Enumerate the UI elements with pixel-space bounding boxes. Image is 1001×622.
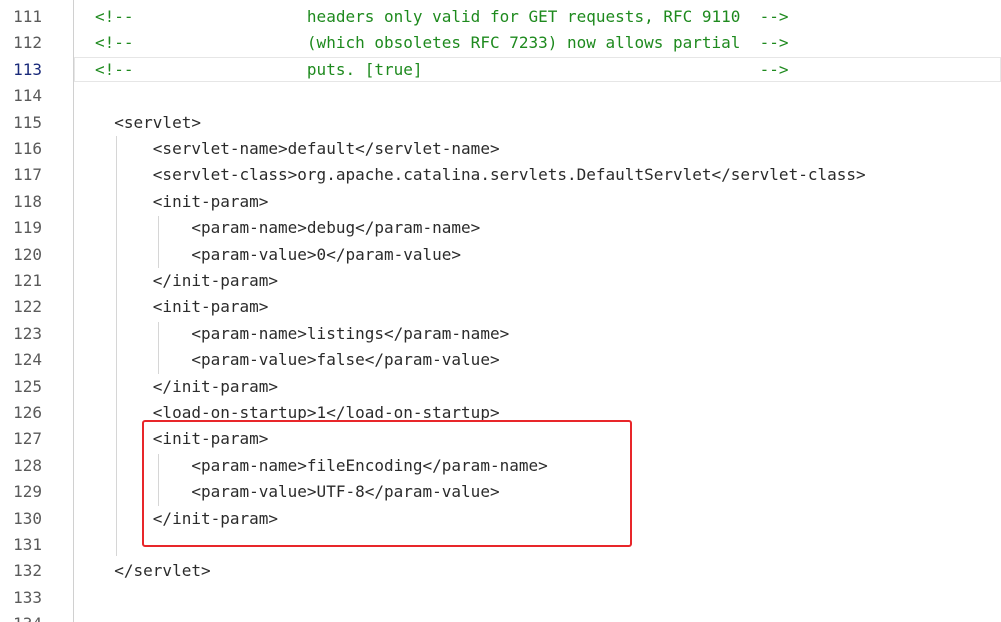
comment-text: <!-- (which obsoletes RFC 7233) now allo… [95, 33, 789, 53]
code-text: <param-name>debug</param-name> [95, 218, 481, 238]
comment-text: <!-- puts. [true] --> [95, 59, 789, 79]
code-line[interactable]: 123 <param-name>listings</param-name> [0, 321, 1001, 347]
line-number: 126 [13, 403, 42, 422]
code-line[interactable]: 114 [0, 83, 1001, 109]
code-line[interactable]: 120 <param-value>0</param-value> [0, 242, 1001, 268]
code-line[interactable]: 124 <param-value>false</param-value> [0, 347, 1001, 373]
code-text: </servlet> [95, 561, 211, 581]
code-line[interactable]: 122 <init-param> [0, 294, 1001, 320]
line-number: 116 [13, 139, 42, 158]
code-text: </init-param> [95, 271, 279, 290]
line-number: 118 [13, 191, 42, 211]
line-number: 115 [13, 112, 42, 132]
code-text: <param-name>listings</param-name> [95, 323, 510, 343]
code-line[interactable]: 112 <!-- (which obsoletes RFC 7233) now a… [0, 30, 1001, 56]
code-text: </init-param> [95, 376, 279, 396]
code-editor[interactable]: 111 <!-- headers only valid for GET reque… [0, 0, 1001, 622]
code-text: <param-value>false</param-value> [95, 350, 500, 370]
code-line[interactable]: 117 <servlet-class>org.apache.catalina.s… [0, 162, 1001, 188]
line-number: 123 [13, 323, 42, 343]
code-line[interactable]: 133 [0, 585, 1001, 611]
line-number: 117 [13, 165, 42, 185]
comment-text: <!-- headers only valid for GET requests… [95, 7, 789, 26]
line-number: 114 [13, 86, 42, 106]
line-number: 132 [13, 561, 42, 581]
code-text: <init-param> [95, 191, 269, 211]
code-line[interactable]: 113 <!-- puts. [true] --> [0, 57, 1001, 83]
line-number: 119 [13, 218, 42, 238]
code-text: <servlet-class>org.apache.catalina.servl… [95, 165, 866, 185]
line-number: 130 [13, 508, 42, 528]
code-line[interactable]: 132 </servlet> [0, 558, 1001, 584]
code-line[interactable]: 116 <servlet-name>default</servlet-name> [0, 136, 1001, 162]
line-number: 131 [13, 535, 42, 554]
line-number: 128 [13, 455, 42, 475]
line-number: 122 [13, 297, 42, 317]
line-number: 113 [13, 59, 42, 79]
code-text: <init-param> [95, 297, 269, 317]
code-line[interactable]: 111 <!-- headers only valid for GET reque… [0, 4, 1001, 30]
code-line[interactable]: 134 [0, 611, 1001, 622]
line-number: 111 [13, 7, 42, 26]
annotation-highlight-box [142, 420, 632, 547]
line-number: 120 [13, 244, 42, 264]
line-number: 121 [13, 271, 42, 290]
line-number: 129 [13, 482, 42, 502]
line-number: 124 [13, 350, 42, 370]
code-line[interactable]: 121 </init-param> [0, 268, 1001, 294]
line-number: 134 [0, 611, 42, 622]
line-number: 112 [13, 33, 42, 53]
code-line[interactable]: 119 <param-name>debug</param-name> [0, 215, 1001, 241]
line-number: 125 [13, 376, 42, 396]
line-number: 127 [13, 429, 42, 449]
code-line[interactable]: 125 </init-param> [0, 374, 1001, 400]
code-text: <param-value>0</param-value> [95, 244, 462, 264]
code-text: <servlet> [95, 112, 201, 132]
code-text: <servlet-name>default</servlet-name> [95, 139, 500, 158]
code-line[interactable]: 118 <init-param> [0, 189, 1001, 215]
code-line[interactable]: 115 <servlet> [0, 110, 1001, 136]
line-number: 133 [13, 587, 42, 607]
